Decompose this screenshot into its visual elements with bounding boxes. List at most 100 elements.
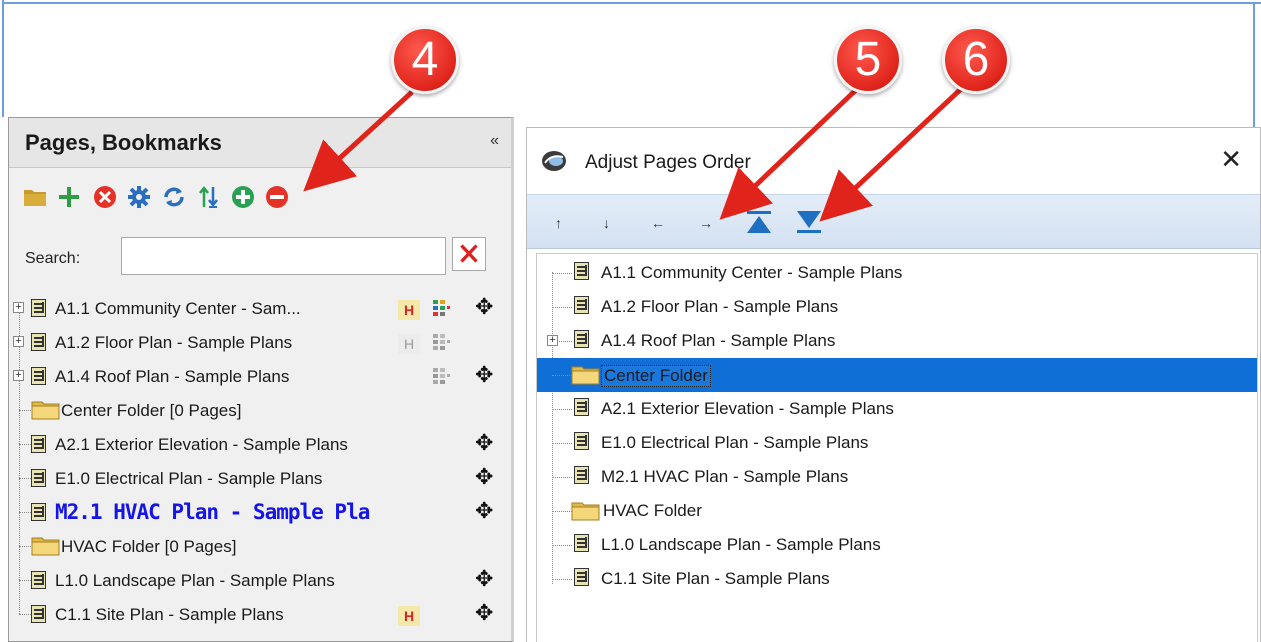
tree-row-c1-1[interactable]: C1.1 Site Plan - Sample Plans H ✥ — [9, 597, 509, 631]
move-left-button[interactable]: ← — [651, 215, 665, 231]
page-label: A2.1 Exterior Elevation - Sample Plans — [55, 435, 348, 454]
move-icon[interactable]: ✥ — [475, 600, 493, 626]
sort-icon[interactable] — [197, 185, 221, 209]
tree-line — [19, 478, 31, 479]
order-row-center-folder[interactable]: Center Folder — [537, 358, 1257, 392]
measurement-markup-icon[interactable]: H — [398, 334, 420, 354]
window-frame-right — [1253, 2, 1255, 127]
move-icon[interactable]: ✥ — [475, 566, 493, 592]
move-to-bottom-icon[interactable] — [795, 209, 823, 235]
move-right-button[interactable]: → — [699, 215, 713, 231]
settings-icon[interactable] — [127, 185, 151, 209]
dialog-toolbar: ↑ ↓ ← → — [527, 194, 1260, 249]
page-label: A1.2 Floor Plan - Sample Plans — [601, 297, 839, 316]
collapse-all-icon[interactable] — [265, 185, 289, 209]
order-row-c1-1[interactable]: C1.1 Site Plan - Sample Plans — [537, 562, 1257, 596]
move-up-button[interactable]: ↑ — [555, 215, 562, 231]
tree-row-e1-0[interactable]: E1.0 Electrical Plan - Sample Plans ✥ — [9, 461, 509, 495]
tree-row-a1-1[interactable]: + A1.1 Community Center - Sam... H ✥ — [9, 291, 509, 325]
window-frame-left — [2, 0, 4, 117]
order-row-e1-0[interactable]: E1.0 Electrical Plan - Sample Plans — [537, 426, 1257, 460]
move-icon[interactable]: ✥ — [475, 294, 493, 320]
page-label-active: M2.1 HVAC Plan - Sample Pla — [55, 500, 370, 524]
page-icon — [31, 469, 46, 487]
order-row-a1-4[interactable]: + A1.4 Roof Plan - Sample Plans — [537, 324, 1257, 358]
tree-row-l1-0[interactable]: L1.0 Landscape Plan - Sample Plans ✥ — [9, 563, 509, 597]
move-icon[interactable]: ✥ — [475, 464, 493, 490]
expand-toggle[interactable]: + — [13, 336, 24, 347]
move-icon[interactable]: ✥ — [475, 362, 493, 388]
tree-line — [559, 341, 572, 342]
layers-grid-icon[interactable] — [432, 299, 452, 317]
adjust-pages-order-dialog: Adjust Pages Order ✕ ↑ ↓ ← → A1.1 Commun… — [526, 127, 1261, 642]
tree-row-a1-2[interactable]: + A1.2 Floor Plan - Sample Plans H — [9, 325, 509, 359]
close-button[interactable]: ✕ — [1220, 144, 1242, 175]
page-icon — [31, 503, 46, 521]
page-label: M2.1 HVAC Plan - Sample Plans — [601, 467, 849, 486]
page-icon — [574, 398, 589, 416]
tree-line — [19, 512, 31, 513]
screenshot-root: Pages, Bookmarks « Search: + A1.1 Commun… — [0, 0, 1261, 642]
page-label: A1.1 Community Center - Sam... — [55, 299, 301, 318]
page-icon — [574, 568, 589, 586]
expand-toggle[interactable]: + — [13, 370, 24, 381]
expand-toggle[interactable]: + — [547, 335, 558, 346]
dialog-title: Adjust Pages Order — [585, 152, 751, 173]
order-row-m2-1[interactable]: M2.1 HVAC Plan - Sample Plans — [537, 460, 1257, 494]
tree-row-m2-1[interactable]: M2.1 HVAC Plan - Sample Pla ✥ — [9, 495, 509, 529]
tree-line — [552, 477, 572, 478]
collapse-panel-icon[interactable]: « — [490, 132, 499, 150]
order-row-hvac-folder[interactable]: HVAC Folder — [537, 494, 1257, 528]
page-icon — [31, 333, 46, 351]
tree-row-a1-4[interactable]: + A1.4 Roof Plan - Sample Plans ✥ — [9, 359, 509, 393]
folder-label: Center Folder — [601, 365, 711, 387]
folder-label: HVAC Folder [0 Pages] — [61, 537, 237, 556]
panel-header: Pages, Bookmarks « — [9, 118, 511, 168]
page-label: A2.1 Exterior Elevation - Sample Plans — [601, 399, 894, 418]
move-to-top-icon[interactable] — [745, 209, 773, 235]
refresh-icon[interactable] — [162, 185, 186, 209]
panel-toolbar — [9, 169, 511, 224]
app-logo-icon — [542, 151, 566, 171]
expand-toggle[interactable]: + — [13, 302, 24, 313]
order-row-a2-1[interactable]: A2.1 Exterior Elevation - Sample Plans — [537, 392, 1257, 426]
page-icon — [31, 605, 46, 623]
page-label: C1.1 Site Plan - Sample Plans — [601, 569, 830, 588]
page-icon — [31, 367, 46, 385]
clear-search-button[interactable] — [452, 237, 486, 271]
add-icon[interactable] — [57, 185, 81, 209]
move-down-button[interactable]: ↓ — [603, 215, 610, 231]
page-icon — [31, 571, 46, 589]
page-label: A1.4 Roof Plan - Sample Plans — [55, 367, 290, 386]
order-row-a1-2[interactable]: A1.2 Floor Plan - Sample Plans — [537, 290, 1257, 324]
tree-row-a2-1[interactable]: A2.1 Exterior Elevation - Sample Plans ✥ — [9, 427, 509, 461]
expand-all-icon[interactable] — [231, 185, 255, 209]
search-input[interactable] — [121, 237, 446, 275]
page-icon — [574, 296, 589, 314]
page-icon — [574, 466, 589, 484]
delete-icon[interactable] — [93, 185, 117, 209]
tree-row-center-folder[interactable]: Center Folder [0 Pages] — [9, 393, 509, 427]
page-label: A1.1 Community Center - Sample Plans — [601, 263, 903, 282]
tree-line — [19, 444, 31, 445]
tree-line — [552, 511, 572, 512]
page-order-tree: A1.1 Community Center - Sample Plans A1.… — [536, 253, 1258, 642]
folder-icon[interactable] — [23, 185, 47, 209]
tree-line — [552, 307, 572, 308]
layers-grid-icon[interactable] — [432, 367, 452, 385]
order-row-a1-1[interactable]: A1.1 Community Center - Sample Plans — [537, 256, 1257, 290]
search-label: Search: — [25, 250, 81, 267]
move-icon[interactable]: ✥ — [475, 430, 493, 456]
move-icon[interactable]: ✥ — [475, 498, 493, 524]
folder-icon — [31, 401, 60, 420]
page-label: C1.1 Site Plan - Sample Plans — [55, 605, 284, 624]
measurement-markup-icon[interactable]: H — [398, 300, 420, 320]
folder-icon — [571, 502, 600, 521]
tree-line — [552, 273, 572, 274]
panel-title: Pages, Bookmarks — [25, 130, 222, 155]
layers-grid-icon[interactable] — [432, 333, 452, 351]
order-row-l1-0[interactable]: L1.0 Landscape Plan - Sample Plans — [537, 528, 1257, 562]
clear-search-icon — [460, 244, 478, 263]
tree-row-hvac-folder[interactable]: HVAC Folder [0 Pages] — [9, 529, 509, 563]
measurement-markup-icon[interactable]: H — [398, 606, 420, 626]
